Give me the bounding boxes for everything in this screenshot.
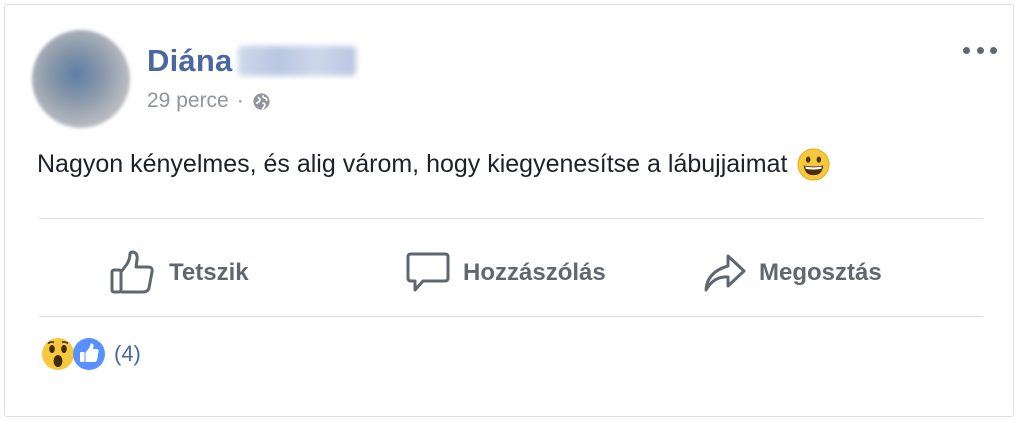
post-message: Nagyon kényelmes, és alig várom, hogy ki… xyxy=(37,150,788,178)
comment-label: Hozzászólás xyxy=(463,259,606,286)
post-card: Diána 29 perce · Nagyon kényelmes, és al… xyxy=(4,4,1014,417)
grinning-face-emoji-icon xyxy=(797,148,830,181)
share-label: Megosztás xyxy=(759,259,882,286)
reaction-summary[interactable]: (4) xyxy=(41,337,141,371)
dot-icon xyxy=(963,46,970,54)
author-name[interactable]: Diána xyxy=(147,43,232,79)
avatar[interactable] xyxy=(32,30,130,128)
action-bar: Tetszik Hozzászólás Megosztás xyxy=(39,229,983,317)
dot-icon xyxy=(976,46,984,54)
divider xyxy=(39,218,983,219)
thumbs-up-icon xyxy=(110,250,154,294)
like-reaction-icon xyxy=(73,338,105,370)
wow-reaction-icon xyxy=(42,338,74,370)
reaction-count[interactable]: (4) xyxy=(114,341,141,367)
dot-icon xyxy=(990,46,997,54)
comment-icon xyxy=(406,252,450,292)
comment-button[interactable]: Hozzászólás xyxy=(405,229,606,317)
divider xyxy=(39,316,983,317)
meta-separator: · xyxy=(236,89,244,112)
like-button[interactable]: Tetszik xyxy=(109,229,249,317)
blurred-surname xyxy=(238,46,357,76)
more-options-icon[interactable] xyxy=(963,43,997,57)
post-meta: 29 perce · xyxy=(147,89,271,113)
timestamp[interactable]: 29 perce xyxy=(147,89,229,113)
like-label: Tetszik xyxy=(169,259,249,286)
share-arrow-icon xyxy=(704,254,746,292)
share-button[interactable]: Megosztás xyxy=(703,229,882,317)
post-text: Nagyon kényelmes, és alig várom, hogy ki… xyxy=(37,148,830,181)
globe-icon[interactable] xyxy=(252,92,271,111)
author-row: Diána xyxy=(147,41,357,81)
